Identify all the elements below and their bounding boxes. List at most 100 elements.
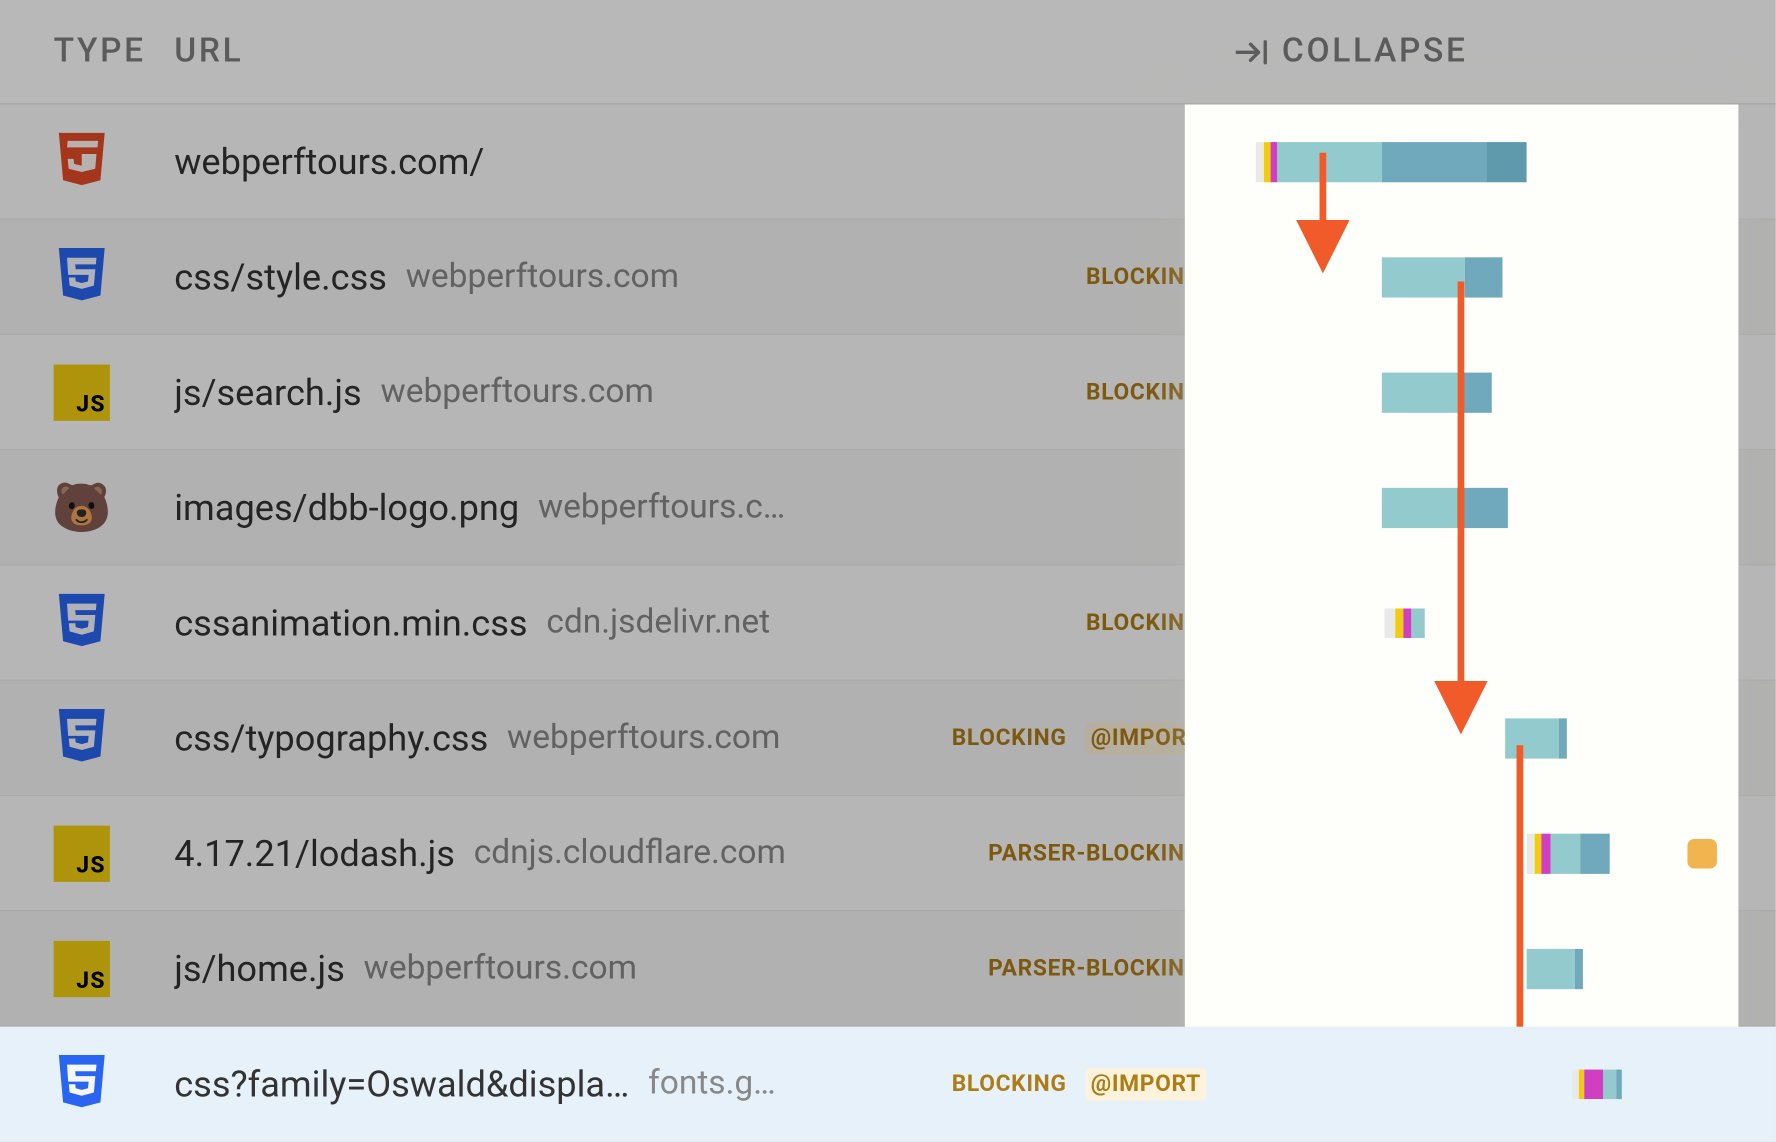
waterfall-cell bbox=[1226, 566, 1776, 680]
timing-segment bbox=[1616, 1069, 1621, 1098]
waterfall-bar bbox=[1382, 372, 1492, 412]
css3-icon bbox=[54, 1055, 110, 1111]
url-path: webperftours.com/ bbox=[174, 140, 484, 183]
url-host: cdnjs.cloudflare.com bbox=[474, 834, 786, 873]
timing-segment bbox=[1535, 833, 1542, 873]
cell-url: css?family=Oswald&displa…fonts.g… bbox=[174, 1062, 824, 1105]
url-path: 4.17.21/lodash.js bbox=[174, 832, 455, 875]
url-host: webperftours.com bbox=[381, 373, 654, 412]
cell-url: images/dbb-logo.png webperftours.com bbox=[174, 486, 824, 529]
waterfall-cell bbox=[1226, 450, 1776, 564]
timing-segment bbox=[1572, 1069, 1579, 1098]
cell-tags: BLOCKING @IMPORT bbox=[824, 1068, 1226, 1100]
tag-import: @IMPORT bbox=[1085, 1068, 1206, 1100]
tag-blocking: BLOCKING bbox=[1081, 261, 1207, 293]
timing-segment bbox=[1527, 948, 1575, 988]
waterfall-bar bbox=[1382, 487, 1508, 527]
css3-icon bbox=[54, 594, 110, 650]
request-row[interactable]: cssanimation.min.css cdn.jsdelivr.net BLOC… bbox=[0, 566, 1776, 681]
waterfall-bar bbox=[1572, 1069, 1622, 1098]
tag-parser_blocking: PARSER-BLOCKING bbox=[983, 952, 1206, 984]
cell-url: css/typography.csswebperftours.com bbox=[174, 716, 824, 759]
cell-tags: PARSER-BLOCKING bbox=[824, 837, 1226, 869]
timing-segment bbox=[1584, 1069, 1603, 1098]
request-row[interactable]: JSjs/home.jswebperftours.com PARSER-BLOCK… bbox=[0, 911, 1776, 1026]
url-host: webperftours.com bbox=[538, 488, 798, 527]
cell-type bbox=[54, 1055, 175, 1111]
cell-type: JS bbox=[54, 825, 175, 881]
waterfall-bar bbox=[1527, 833, 1610, 873]
waterfall-bar bbox=[1505, 718, 1567, 758]
timing-segment bbox=[1457, 487, 1508, 527]
table-header: TYPE URL COLLAPSE bbox=[0, 0, 1776, 105]
cell-type: 🐻 bbox=[54, 479, 175, 535]
cell-url: 4.17.21/lodash.js cdnjs.cloudflare.com bbox=[174, 832, 824, 875]
timing-segment bbox=[1551, 833, 1580, 873]
timing-segment bbox=[1411, 608, 1424, 637]
cell-tags: BLOCKING bbox=[824, 376, 1226, 408]
timing-segment bbox=[1277, 141, 1382, 181]
url-path: css/style.css bbox=[174, 255, 387, 298]
tag-parser_blocking: PARSER-BLOCKING bbox=[983, 837, 1206, 869]
tag-blocking: BLOCKING bbox=[946, 722, 1072, 754]
request-row[interactable]: JS js/search.js webperftours.com BLOCKING bbox=[0, 335, 1776, 450]
request-row[interactable]: JS 4.17.21/lodash.js cdnjs.cloudflare.com P… bbox=[0, 796, 1776, 911]
request-row[interactable]: css/typography.csswebperftours.comBLOCKI… bbox=[0, 681, 1776, 796]
js-icon: JS bbox=[54, 364, 110, 420]
marker-chip bbox=[1687, 838, 1716, 867]
cell-type bbox=[54, 133, 175, 189]
url-path: cssanimation.min.css bbox=[174, 601, 527, 644]
timing-segment bbox=[1382, 141, 1487, 181]
css3-icon bbox=[54, 249, 110, 305]
collapse-button[interactable]: COLLAPSE bbox=[1236, 32, 1467, 71]
request-row[interactable]: 🐻 images/dbb-logo.png webperftours.com bbox=[0, 450, 1776, 565]
url-host: webperftours.com bbox=[406, 257, 679, 296]
cell-url: cssanimation.min.css cdn.jsdelivr.net bbox=[174, 601, 824, 644]
url-host: fonts.g… bbox=[648, 1064, 776, 1103]
timing-segment bbox=[1460, 372, 1492, 412]
timing-segment bbox=[1580, 833, 1609, 873]
waterfall-cell bbox=[1226, 796, 1776, 910]
url-host: cdn.jsdelivr.net bbox=[546, 603, 770, 642]
waterfall-cell bbox=[1226, 220, 1776, 334]
col-head-type: TYPE bbox=[54, 32, 175, 71]
waterfall-cell bbox=[1226, 105, 1776, 219]
request-row[interactable]: css/style.css webperftours.com BLOCKING bbox=[0, 220, 1776, 335]
url-path: images/dbb-logo.png bbox=[174, 486, 519, 529]
cell-url: js/home.jswebperftours.com bbox=[174, 947, 824, 990]
waterfall-cell bbox=[1226, 911, 1776, 1025]
waterfall-bar bbox=[1527, 948, 1583, 988]
request-row[interactable]: webperftours.com/ bbox=[0, 105, 1776, 220]
timing-segment bbox=[1385, 608, 1396, 637]
timing-segment bbox=[1541, 833, 1550, 873]
collapse-label: COLLAPSE bbox=[1282, 32, 1468, 71]
timing-segment bbox=[1264, 141, 1271, 181]
request-row[interactable]: css?family=Oswald&displa…fonts.g…BLOCKIN… bbox=[0, 1027, 1776, 1142]
cell-url: webperftours.com/ bbox=[174, 140, 824, 183]
tag-import: @IMPORT bbox=[1085, 722, 1206, 754]
image-icon: 🐻 bbox=[54, 479, 110, 535]
cell-tags: BLOCKING bbox=[824, 606, 1226, 638]
tag-blocking: BLOCKING bbox=[1081, 376, 1207, 408]
timing-segment bbox=[1271, 141, 1278, 181]
cell-tags: BLOCKING @IMPORT bbox=[824, 722, 1226, 754]
url-path: css/typography.css bbox=[174, 716, 488, 759]
waterfall-cell bbox=[1226, 681, 1776, 795]
timing-segment bbox=[1382, 372, 1460, 412]
waterfall-bar bbox=[1385, 608, 1425, 637]
timing-segment bbox=[1256, 141, 1264, 181]
cell-url: css/style.css webperftours.com bbox=[174, 255, 824, 298]
timing-segment bbox=[1465, 257, 1503, 297]
url-host: webperftours.com bbox=[364, 949, 637, 988]
url-path: js/search.js bbox=[174, 371, 362, 414]
cell-type: JS bbox=[54, 940, 175, 996]
tag-blocking: BLOCKING bbox=[946, 1068, 1072, 1100]
cell-type bbox=[54, 249, 175, 305]
cell-tags: PARSER-BLOCKING bbox=[824, 952, 1226, 984]
timing-segment bbox=[1559, 718, 1567, 758]
js-icon: JS bbox=[54, 825, 110, 881]
waterfall-bar bbox=[1382, 257, 1503, 297]
col-head-url: URL bbox=[174, 32, 1236, 71]
cell-type: JS bbox=[54, 364, 175, 420]
cell-type bbox=[54, 710, 175, 766]
